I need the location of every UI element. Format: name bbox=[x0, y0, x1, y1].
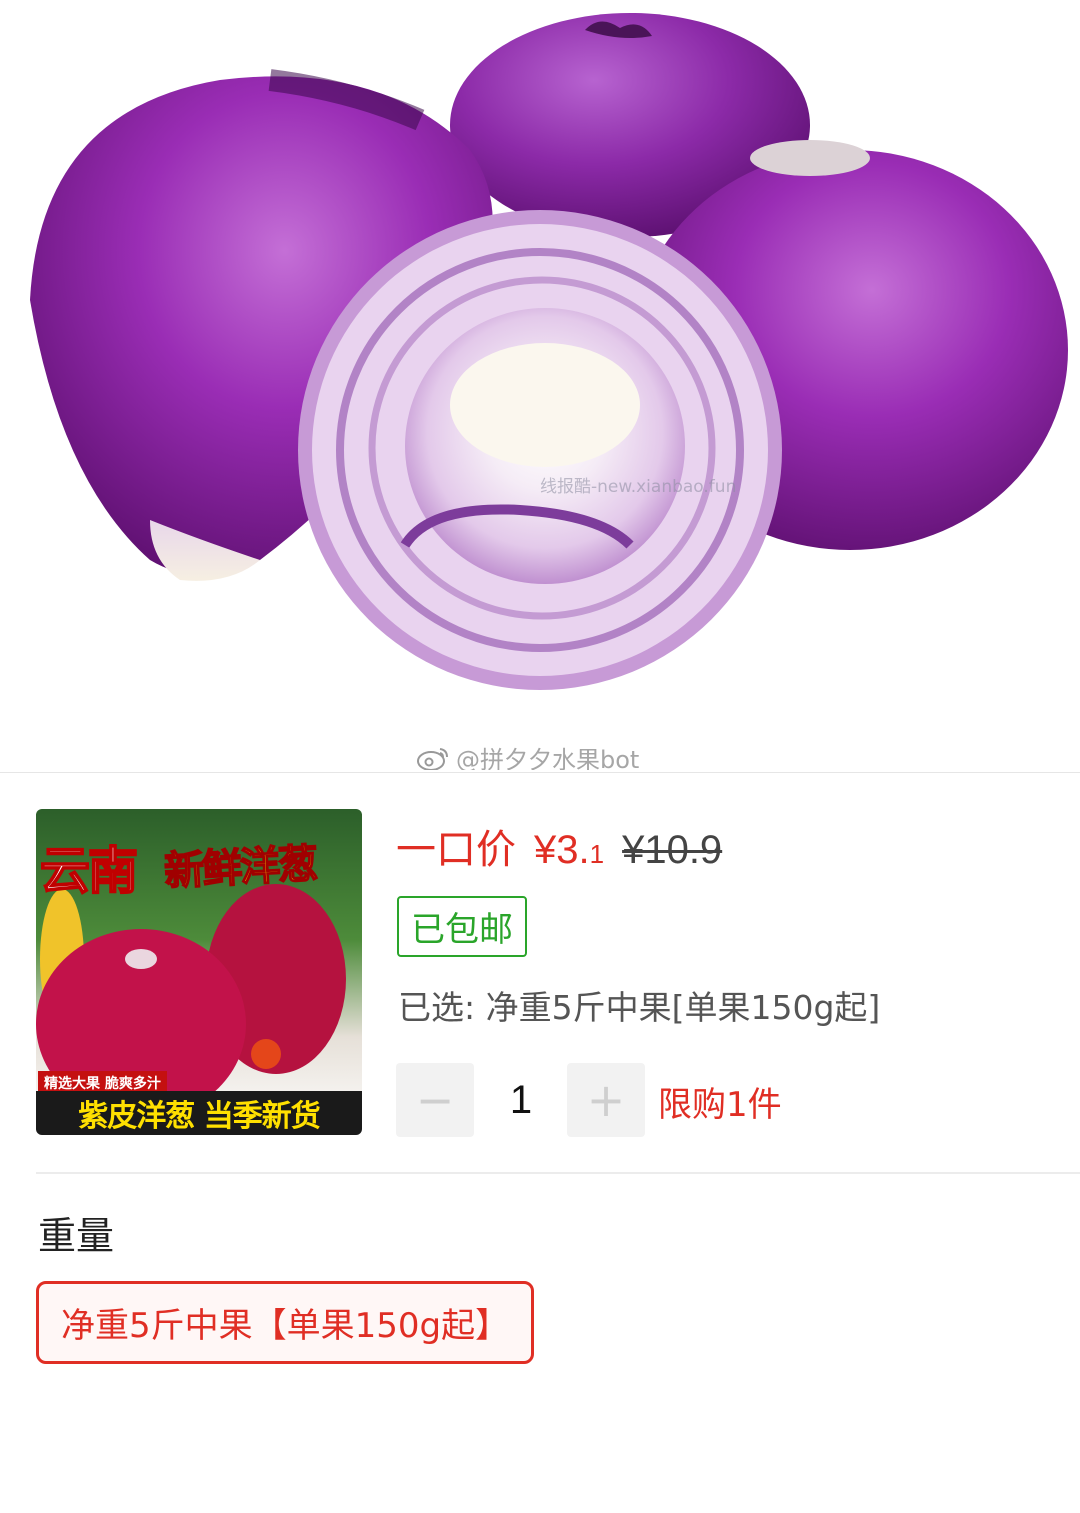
quantity-plus-button[interactable]: + bbox=[567, 1063, 645, 1137]
product-thumbnail[interactable]: 云南 新鲜洋葱 精选大果 脆爽多汁 紫皮洋葱 当季新货 bbox=[36, 809, 362, 1135]
weibo-icon bbox=[417, 747, 448, 770]
spec-option-selected[interactable]: 净重5斤中果【单果150g起】 bbox=[36, 1281, 535, 1364]
quantity-minus-button[interactable]: − bbox=[396, 1063, 474, 1137]
onion-illustration bbox=[30, 13, 1068, 690]
divider bbox=[36, 1172, 1080, 1174]
currency-symbol: ¥ bbox=[534, 828, 557, 872]
price-label: 一口价 bbox=[396, 827, 516, 873]
selected-sku-text: 已选: 净重5斤中果[单果150g起] bbox=[398, 988, 881, 1027]
thumbnail-title-red: 云南 bbox=[39, 841, 139, 901]
free-shipping-badge: 已包邮 bbox=[397, 896, 527, 957]
quantity-value[interactable]: 1 bbox=[474, 1063, 568, 1137]
account-watermark: @拼夕夕水果bot bbox=[416, 740, 639, 770]
product-hero-image[interactable]: 线报酷-new.xianbao.fun @拼夕夕水果bot bbox=[0, 0, 1080, 770]
thumbnail-title-yellow: 新鲜洋葱 bbox=[162, 840, 318, 895]
sku-selection-sheet: 云南 新鲜洋葱 精选大果 脆爽多汁 紫皮洋葱 当季新货 一口价 ¥ 3. 1 ¥… bbox=[0, 772, 1080, 1513]
purchase-limit-text: 限购1件 bbox=[658, 1085, 782, 1125]
price-decimal: 1 bbox=[589, 839, 605, 869]
original-price: ¥10.9 bbox=[622, 828, 723, 872]
price-row: 一口价 ¥ 3. 1 ¥10.9 bbox=[396, 817, 722, 875]
account-watermark-text: @拼夕夕水果bot bbox=[456, 746, 640, 770]
thumbnail-banner: 紫皮洋葱 当季新货 bbox=[36, 1091, 362, 1135]
price-integer: 3. bbox=[556, 828, 590, 872]
site-watermark: 线报酷-new.xianbao.fun bbox=[540, 477, 737, 497]
spec-section-title: 重量 bbox=[38, 1214, 115, 1258]
